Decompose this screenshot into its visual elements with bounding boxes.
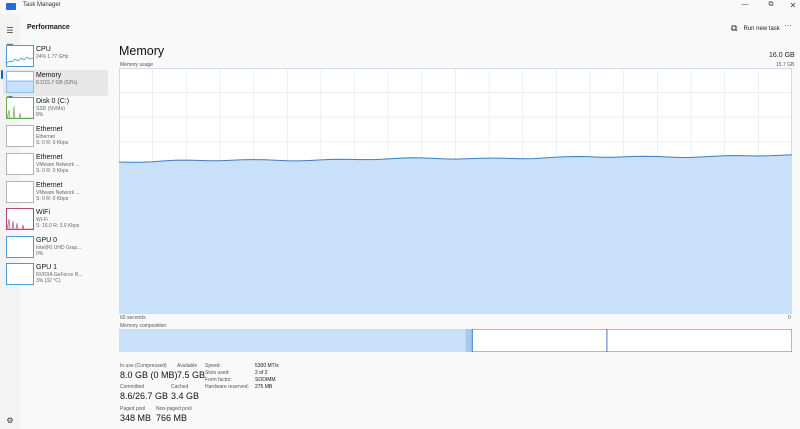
sidebar-item-gpu-1[interactable]: GPU 1 NVIDIA GeForce R... 3% (32 °C) bbox=[3, 262, 108, 288]
sidebar-item-name: Disk 0 (C:) bbox=[36, 98, 70, 105]
speed-label: Speed: bbox=[205, 363, 221, 369]
available-value: 7.5 GB bbox=[177, 370, 206, 380]
paged-pool-value: 348 MB bbox=[120, 413, 152, 423]
run-new-task-label: Run new task bbox=[743, 26, 780, 32]
composition-in-use bbox=[119, 329, 466, 352]
memory-thumbnail bbox=[6, 71, 34, 93]
disk-thumbnail bbox=[6, 97, 34, 119]
detail-title: Memory bbox=[119, 44, 165, 58]
sidebar-item-name: CPU bbox=[36, 46, 51, 53]
slots-used-value: 2 of 2 bbox=[255, 370, 268, 376]
ethernet-thumbnail bbox=[6, 181, 34, 203]
sidebar-item-status: 0% bbox=[36, 251, 44, 257]
gpu-thumbnail bbox=[6, 263, 34, 285]
sidebar-item-wifi[interactable]: WiFi Wi-Fi S: 16.0 R: 3.0 Kbps bbox=[3, 207, 108, 233]
memory-usage-area bbox=[119, 154, 792, 314]
title-bar: Task Manager — ⧉ ✕ bbox=[0, 0, 800, 14]
sidebar-item-detail: 8.2/15.7 GB (52%) bbox=[36, 80, 78, 86]
sidebar-item-name: GPU 1 bbox=[36, 264, 58, 271]
window-title: Task Manager bbox=[23, 2, 61, 8]
memory-composition-bar bbox=[119, 329, 792, 352]
sidebar-item-status: S: 16.0 R: 3.0 Kbps bbox=[36, 223, 80, 229]
form-factor-value: SODIMM bbox=[255, 377, 276, 383]
run-task-icon: ⧉ bbox=[731, 23, 738, 33]
ethernet-thumbnail bbox=[6, 125, 34, 147]
hardware-reserved-label: Hardware reserved: bbox=[205, 384, 249, 390]
sidebar-item-name: Ethernet bbox=[36, 182, 63, 189]
sidebar-item-ethernet[interactable]: Ethernet Ethernet S: 0 R: 0 Kbps bbox=[3, 124, 108, 150]
graph-time-axis-end: 0 bbox=[788, 315, 791, 321]
sidebar-item-status: 8% bbox=[36, 112, 44, 118]
in-use-value: 8.0 GB (0 MB) bbox=[120, 370, 178, 380]
close-button[interactable]: ✕ bbox=[786, 1, 800, 10]
sidebar-item-memory[interactable]: Memory 8.2/15.7 GB (52%) bbox=[3, 70, 108, 96]
sidebar-item-name: WiFi bbox=[36, 209, 50, 216]
minimize-button[interactable]: — bbox=[738, 1, 752, 8]
total-memory: 16.0 GB bbox=[769, 52, 795, 59]
sidebar-item-cpu[interactable]: CPU 24% 1.77 GHz bbox=[3, 44, 108, 70]
cpu-thumbnail bbox=[6, 45, 34, 67]
form-factor-label: Form factor: bbox=[205, 377, 232, 383]
page-header: Performance ⧉ Run new task ··· bbox=[20, 14, 800, 42]
sidebar-item-ethernet[interactable]: Ethernet VMware Network ... S: 0 R: 0 Kbps bbox=[3, 152, 108, 178]
sidebar-item-gpu-0[interactable]: GPU 0 Intel(R) UHD Grap... 0% bbox=[3, 235, 108, 261]
sidebar-item-name: Ethernet bbox=[36, 154, 63, 161]
maximize-button[interactable]: ⧉ bbox=[764, 1, 778, 9]
sidebar-item-disk-0-c[interactable]: Disk 0 (C:) SSD (NVMe) 8% bbox=[3, 96, 108, 122]
settings-icon[interactable]: ⚙ bbox=[5, 416, 15, 426]
sidebar-item-name: Ethernet bbox=[36, 126, 63, 133]
composition-modified bbox=[465, 329, 473, 352]
hardware-reserved-value: 275 MB bbox=[255, 384, 273, 390]
graph-time-axis-start: 60 seconds bbox=[120, 315, 146, 321]
speed-value: 5300 MT/s bbox=[255, 363, 279, 369]
sidebar-item-status: S: 0 R: 0 Kbps bbox=[36, 196, 69, 202]
sidebar-item-name: Memory bbox=[36, 72, 62, 79]
in-use-label: In use (Compressed) bbox=[120, 363, 167, 369]
sidebar-item-name: GPU 0 bbox=[36, 237, 58, 244]
gpu-thumbnail bbox=[6, 236, 34, 258]
paged-pool-label: Paged pool bbox=[120, 406, 146, 412]
hamburger-menu-icon[interactable]: ☰ bbox=[5, 26, 15, 36]
task-manager-icon bbox=[6, 3, 16, 10]
page-title: Performance bbox=[27, 24, 70, 31]
committed-value: 8.6/26.7 GB bbox=[120, 391, 169, 401]
run-new-task-button[interactable]: ⧉ Run new task bbox=[731, 22, 780, 33]
available-label: Available bbox=[177, 363, 198, 369]
sidebar-item-status: S: 0 R: 0 Kbps bbox=[36, 168, 69, 174]
wifi-thumbnail bbox=[6, 208, 34, 230]
more-options-button[interactable]: ··· bbox=[784, 21, 792, 30]
non-paged-pool-value: 766 MB bbox=[156, 413, 188, 423]
slots-used-label: Slots used: bbox=[205, 370, 230, 376]
committed-label: Committed bbox=[120, 384, 145, 390]
non-paged-pool-label: Non-paged pool bbox=[156, 406, 192, 412]
ethernet-thumbnail bbox=[6, 153, 34, 175]
sidebar-item-status: 3% (32 °C) bbox=[36, 278, 61, 284]
cached-label: Cached bbox=[171, 384, 189, 390]
memory-usage-graph bbox=[119, 68, 792, 314]
sidebar-item-ethernet[interactable]: Ethernet VMware Network ... S: 0 R: 0 Kbps bbox=[3, 180, 108, 206]
cached-value: 3.4 GB bbox=[171, 391, 200, 401]
sidebar-item-detail: 24% 1.77 GHz bbox=[36, 54, 69, 60]
sidebar-item-status: S: 0 R: 0 Kbps bbox=[36, 140, 69, 146]
